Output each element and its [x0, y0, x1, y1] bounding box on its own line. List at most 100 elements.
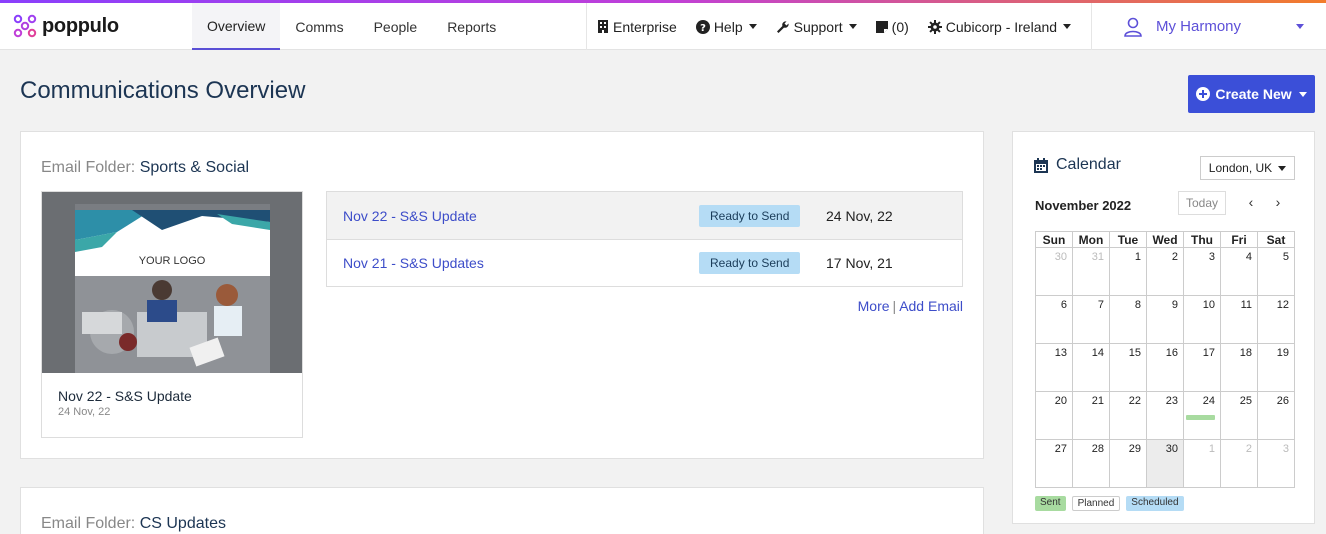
calendar-day-cell[interactable]: 8 [1109, 295, 1147, 344]
chevron-down-icon [1063, 24, 1072, 29]
calendar-day-cell[interactable]: 26 [1257, 391, 1295, 440]
folder-title-label: Email Folder: [41, 159, 136, 176]
user-icon [1124, 17, 1142, 37]
email-date: 24 Nov, 22 [826, 207, 893, 224]
chevron-down-icon [1278, 165, 1287, 171]
tenant-label: Cubicorp - Ireland [945, 18, 1058, 35]
calendar-day-cell[interactable]: 28 [1072, 439, 1110, 488]
email-title-link[interactable]: Nov 21 - S&S Updates [343, 255, 484, 271]
header-utility-nav: Enterprise ? Help Support (0) Cubicorp -… [586, 3, 1072, 50]
link-separator: | [892, 298, 897, 314]
timezone-select[interactable]: London, UK [1200, 156, 1295, 180]
enterprise-link[interactable]: Enterprise [597, 19, 677, 35]
create-new-button[interactable]: Create New [1188, 75, 1315, 113]
calendar-day-cell[interactable]: 12 [1257, 295, 1295, 344]
calendar-day-cell[interactable]: 3 [1183, 247, 1221, 296]
calendar-week-row: 27 28 29 30 1 2 3 [1035, 439, 1295, 488]
prev-month-chevron-left-icon[interactable]: ‹ [1243, 194, 1259, 210]
page-title: Communications Overview [20, 77, 306, 104]
svg-text:?: ? [700, 23, 706, 34]
email-list: Nov 22 - S&S Update Ready to Send 24 Nov… [326, 191, 963, 287]
calendar-day-cell[interactable]: 4 [1220, 247, 1258, 296]
weekday-header: Sat [1257, 231, 1295, 248]
calendar-day-cell[interactable]: 27 [1035, 439, 1073, 488]
tab-comms[interactable]: Comms [280, 3, 358, 50]
calendar-week-row: 30 31 1 2 3 4 5 [1035, 247, 1295, 296]
tenant-menu[interactable]: Cubicorp - Ireland [927, 18, 1072, 35]
calendar-day-cell[interactable]: 30 [1035, 247, 1073, 296]
calendar-day-cell[interactable]: 21 [1072, 391, 1110, 440]
add-email-link[interactable]: Add Email [899, 298, 963, 314]
create-new-label: Create New [1215, 86, 1292, 102]
calendar-day-cell[interactable]: 20 [1035, 391, 1073, 440]
calendar-day-cell[interactable]: 15 [1109, 343, 1147, 392]
calendar-day-cell[interactable]: 6 [1035, 295, 1073, 344]
enterprise-label: Enterprise [613, 18, 677, 35]
folder-action-links: More | Add Email [858, 298, 963, 314]
email-folder-panel: Email Folder: Sports & Social YOUR LOGO … [20, 131, 984, 459]
status-badge: Ready to Send [699, 252, 801, 274]
email-row[interactable]: Nov 22 - S&S Update Ready to Send 24 Nov… [327, 192, 962, 239]
notes-link[interactable]: (0) [875, 18, 909, 35]
email-thumbnail-card[interactable]: YOUR LOGO Nov 22 - S&S Update 24 Nov, 22 [41, 191, 303, 438]
calendar-day-cell[interactable]: 25 [1220, 391, 1258, 440]
poppulo-logo[interactable]: poppulo [12, 13, 119, 39]
sent-event-marker[interactable] [1186, 415, 1215, 420]
calendar-week-row: 6 7 8 9 10 11 12 [1035, 295, 1295, 344]
calendar-day-cell[interactable]: 9 [1146, 295, 1184, 344]
support-label: Support [793, 18, 843, 35]
weekday-header: Sun [1035, 231, 1073, 248]
calendar-day-cell[interactable]: 23 [1146, 391, 1184, 440]
tab-overview[interactable]: Overview [192, 3, 281, 50]
more-link[interactable]: More [858, 298, 890, 314]
chevron-down-icon [1296, 24, 1304, 29]
email-row[interactable]: Nov 21 - S&S Updates Ready to Send 17 No… [327, 239, 962, 286]
calendar-day-cell[interactable]: 10 [1183, 295, 1221, 344]
calendar-day-cell[interactable]: 19 [1257, 343, 1295, 392]
email-date: 17 Nov, 21 [826, 255, 893, 271]
notes-count: (0) [891, 18, 909, 35]
calendar-day-cell[interactable]: 5 [1257, 247, 1295, 296]
folder-name[interactable]: Sports & Social [140, 159, 249, 176]
plus-circle-icon [1196, 87, 1211, 101]
calendar-day-cell[interactable]: 2 [1220, 439, 1258, 488]
calendar-day-cell[interactable]: 13 [1035, 343, 1073, 392]
calendar-day-cell[interactable]: 7 [1072, 295, 1110, 344]
calendar-day-cell[interactable]: 17 [1183, 343, 1221, 392]
calendar-day-cell[interactable]: 30 [1146, 439, 1184, 488]
calendar-week-row: 20 21 22 23 24 25 26 [1035, 391, 1295, 440]
calendar-day-cell[interactable]: 24 [1183, 391, 1221, 440]
support-menu[interactable]: Support [776, 19, 857, 35]
calendar-day-cell[interactable]: 14 [1072, 343, 1110, 392]
question-circle-icon: ? [695, 19, 710, 34]
legend-sent: Sent [1035, 496, 1066, 511]
folder-title: Email Folder: CS Updates [41, 515, 226, 533]
status-badge: Ready to Send [699, 204, 801, 227]
tab-people[interactable]: People [359, 3, 433, 50]
calendar-day-cell[interactable]: 1 [1183, 439, 1221, 488]
next-month-chevron-right-icon[interactable]: › [1270, 194, 1286, 210]
today-button[interactable]: Today [1178, 191, 1226, 215]
user-menu[interactable]: My Harmony [1091, 3, 1326, 50]
help-menu[interactable]: ? Help [695, 18, 757, 35]
email-title-link[interactable]: Nov 22 - S&S Update [343, 208, 477, 224]
calendar-day-cell[interactable]: 16 [1146, 343, 1184, 392]
calendar-day-cell[interactable]: 22 [1109, 391, 1147, 440]
weekday-header: Mon [1072, 231, 1110, 248]
folder-name[interactable]: CS Updates [140, 515, 226, 532]
calendar-day-cell[interactable]: 11 [1220, 295, 1258, 344]
calendar-day-cell[interactable]: 2 [1146, 247, 1184, 296]
calendar-day-cell[interactable]: 31 [1072, 247, 1110, 296]
weekday-header: Fri [1220, 231, 1258, 248]
calendar-day-cell[interactable]: 18 [1220, 343, 1258, 392]
calendar-day-cell[interactable]: 1 [1109, 247, 1147, 296]
building-icon [598, 20, 608, 33]
user-name: My Harmony [1156, 18, 1242, 35]
weekday-header: Wed [1146, 231, 1184, 248]
calendar-grid: Sun Mon Tue Wed Thu Fri Sat 30 31 1 2 3 4 5 6 7 8… [1035, 231, 1295, 488]
tab-reports[interactable]: Reports [432, 3, 511, 50]
help-label: Help [713, 18, 743, 35]
calendar-day-cell[interactable]: 29 [1109, 439, 1147, 488]
calendar-day-cell[interactable]: 3 [1257, 439, 1295, 488]
poppulo-logo-icon [13, 14, 37, 38]
